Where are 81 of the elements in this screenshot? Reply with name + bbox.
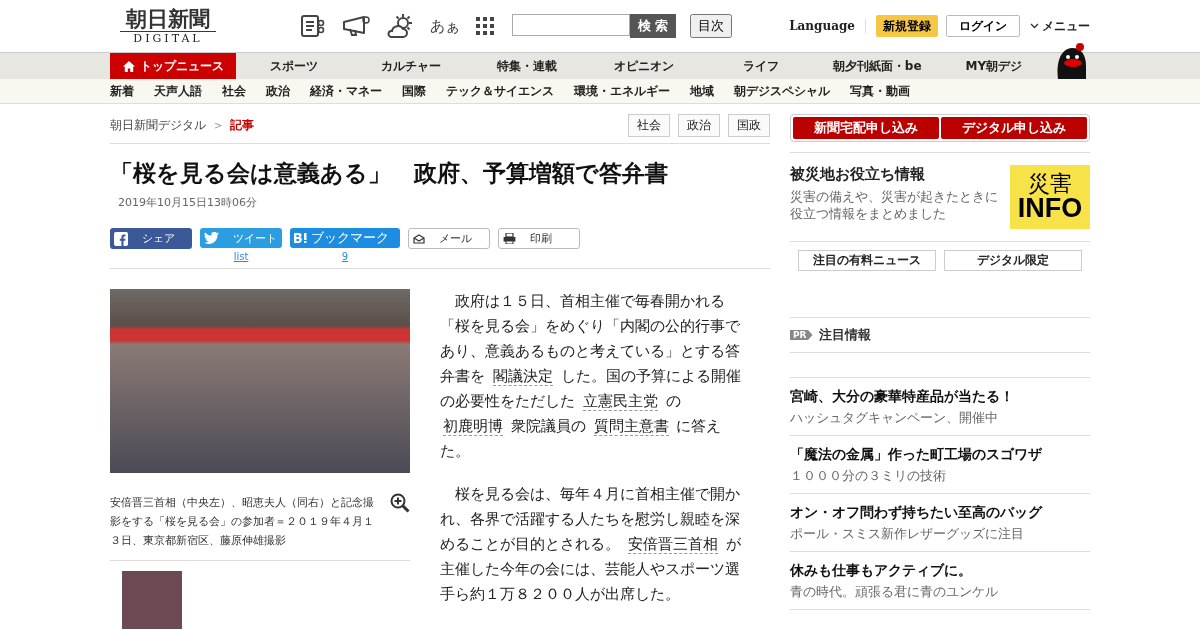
pr-heading: 注目情報	[818, 326, 871, 344]
category-tag[interactable]: 国政	[728, 114, 770, 137]
disaster-info-text: 災害の備えや、災害が起きたときに役立つ情報をまとめました	[790, 188, 999, 222]
logo-subtitle: DIGITAL	[133, 32, 203, 45]
section-link[interactable]: 政治	[266, 82, 290, 100]
nav-tab[interactable]: 特集・連載	[469, 53, 586, 79]
promo-text: ハッシュタグキャンペーン、開催中	[790, 409, 999, 427]
promo-title-link[interactable]: 宮崎、大分の豪華特産品が当たる！	[790, 388, 1090, 406]
article-paragraph: 桜を見る会は、毎年４月に首相主催で開かれ、各界で活躍する人たちを慰労し親睦を深めることが目的とされる。 安倍晋三首相 が主催した今年の会には、芸能人やスポーツ選手ら約１万８２００人が出席した。	[440, 484, 742, 605]
share-button[interactable]: メール	[408, 228, 490, 249]
disaster-info-logo[interactable]: 災害 INFO	[1010, 165, 1090, 229]
nav-tab[interactable]: スポーツ	[236, 53, 353, 79]
keyword-link[interactable]: 安倍晋三首相	[627, 535, 718, 554]
promo-title-link[interactable]: 休みも仕事もアクティブに。	[790, 562, 1090, 580]
weather-icon[interactable]	[386, 13, 414, 39]
section-link[interactable]: 朝デジスペシャル	[734, 82, 830, 100]
asahi-logo[interactable]: 朝日新聞 DIGITAL	[110, 7, 226, 45]
grid-menu-icon[interactable]	[476, 17, 494, 35]
category-tag[interactable]: 社会	[628, 114, 670, 137]
promo-text: ポール・スミス新作レザーグッズに注目	[790, 525, 1025, 543]
section-link[interactable]: 国際	[402, 82, 426, 100]
share-count-link[interactable]: 9	[341, 251, 349, 262]
share-button[interactable]: ブックマーク	[290, 228, 400, 248]
breadcrumb-separator: >	[214, 120, 223, 131]
section-link[interactable]: 環境・エネルギー	[574, 82, 670, 100]
breadcrumb-link[interactable]: 朝日新聞デジタル	[110, 117, 206, 134]
section-link[interactable]: 天声人語	[154, 82, 202, 100]
pr-badge: PR	[790, 330, 813, 340]
search-field[interactable]	[512, 14, 630, 36]
index-button[interactable]: 目次	[690, 14, 732, 38]
menu-button[interactable]: メニュー	[1030, 17, 1090, 35]
article-paragraph: 政府は１５日、首相主催で毎春開かれる「桜を見る会」をめぐり「内閣の公的行事であり、意義あるものと考えている」とする答弁書を 閣議決定 した。国の予算による開催の必要性をただした 立憲民主党 の 初鹿明博 衆院議員の 質問主意書 に答えた。	[440, 291, 742, 462]
language-link[interactable]: Language	[789, 19, 866, 33]
disaster-info-title[interactable]: 被災地お役立ち情報	[790, 165, 1005, 184]
promo-text: 青の時代。頑張る君に青のユンケル	[790, 583, 999, 601]
promo-title-link[interactable]: 「魔法の金属」作った町工場のスゴワザ	[790, 446, 1090, 464]
logo-title: 朝日新聞	[120, 7, 216, 32]
section-link[interactable]: 社会	[222, 82, 246, 100]
nav-tab[interactable]: カルチャー	[352, 53, 470, 79]
facebook-icon	[114, 231, 128, 246]
zoom-in-icon[interactable]	[390, 493, 410, 513]
newspaper-icon[interactable]	[300, 14, 326, 38]
nav-tab[interactable]: MY朝デジ	[935, 53, 1053, 79]
photo-caption: 安倍晋三首相（中央左）、昭恵夫人（同右）と記念撮影をする「桜を見る会」の参加者＝２０１９年４月１３日、東京都新宿区、藤原伸雄撮影	[110, 495, 375, 549]
subscribe-button[interactable]: 新聞宅配申し込み	[793, 117, 939, 139]
search-button[interactable]: 検 索	[630, 14, 676, 38]
nav-tab[interactable]: 朝夕刊紙面・be	[818, 53, 936, 79]
printer-icon	[503, 233, 516, 244]
section-link[interactable]: 新着	[110, 82, 134, 100]
chevron-icon	[1030, 23, 1039, 29]
keyword-link[interactable]: 立憲民主党	[582, 392, 658, 411]
news-filter-button[interactable]: デジタル限定	[944, 250, 1082, 271]
home-icon	[122, 60, 135, 72]
share-button[interactable]: シェア	[110, 228, 192, 249]
bird-icon	[204, 232, 219, 244]
font-size-button[interactable]: あぁ	[430, 16, 460, 36]
nav-tab[interactable]: オピニオン	[585, 53, 703, 79]
share-button[interactable]: 印刷	[498, 228, 580, 249]
news-filter-button[interactable]: 注目の有料ニュース	[798, 250, 936, 271]
promo-text: １０００分の３ミリの技術	[790, 467, 947, 485]
login-button[interactable]: ログイン	[946, 15, 1020, 37]
section-link[interactable]: 経済・マネー	[310, 82, 382, 100]
section-link[interactable]: 地域	[690, 82, 714, 100]
section-link[interactable]: テック＆サイエンス	[446, 82, 554, 100]
keyword-link[interactable]: 質問主意書	[593, 417, 669, 436]
envelope-icon	[413, 233, 425, 244]
photo-thumbnail[interactable]	[122, 571, 182, 629]
article-date: 2019年10月15日13時06分	[118, 195, 258, 210]
register-button[interactable]: 新規登録	[876, 15, 938, 37]
keyword-link[interactable]: 閣議決定	[492, 367, 553, 386]
nav-tab[interactable]: ライフ	[702, 53, 819, 79]
nav-tab[interactable]: トップニュース	[110, 53, 236, 79]
breadcrumb-link[interactable]: 記事	[230, 117, 255, 134]
keyword-link[interactable]: 初鹿明博	[443, 417, 503, 436]
category-tag[interactable]: 政治	[678, 114, 720, 137]
share-count-link[interactable]: list	[233, 251, 249, 262]
article-title: 「桜を見る会は意義ある」 政府、予算増額で答弁書	[110, 159, 669, 188]
section-link[interactable]: 写真・動画	[850, 82, 910, 100]
subscribe-button[interactable]: デジタル申し込み	[941, 117, 1087, 139]
promo-title-link[interactable]: オン・オフ問わず持ちたい至高のバッグ	[790, 504, 1090, 522]
megaphone-icon[interactable]	[342, 14, 370, 38]
